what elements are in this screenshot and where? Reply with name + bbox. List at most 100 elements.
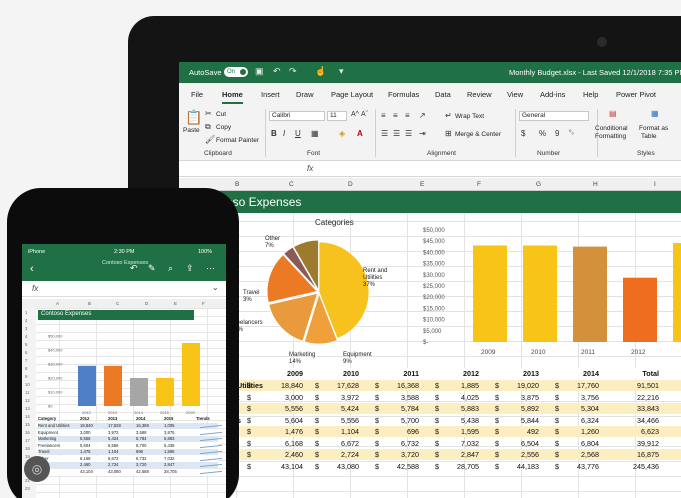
back-icon[interactable]: ‹ xyxy=(30,263,34,275)
table-cell[interactable]: 3,588 xyxy=(401,393,419,402)
bar[interactable] xyxy=(473,245,507,342)
column-c[interactable]: C xyxy=(289,181,294,188)
table-cell[interactable]: 6,168 xyxy=(285,439,303,448)
table-cell[interactable]: 2,556 xyxy=(521,450,539,459)
format-as-table-label-2[interactable]: Table xyxy=(641,133,657,140)
phone-table-cell[interactable]: 2,460 xyxy=(80,462,90,467)
year-header[interactable]: 2011 xyxy=(403,369,419,378)
tab-insert[interactable]: Insert xyxy=(261,90,280,99)
phone-column-e[interactable]: E xyxy=(174,301,177,306)
phone-table-cell[interactable]: 43,104 xyxy=(80,469,93,474)
phone-table-cell[interactable]: 3,972 xyxy=(108,430,118,435)
bar[interactable] xyxy=(673,243,681,342)
formula-bar[interactable]: fx xyxy=(179,161,681,177)
bar[interactable] xyxy=(523,245,557,342)
year-header[interactable]: 2014 xyxy=(583,369,599,378)
align-top-icon[interactable]: ≡ xyxy=(381,111,386,120)
tab-add-ins[interactable]: Add-ins xyxy=(540,90,565,99)
table-cell[interactable]: 44,183 xyxy=(517,462,539,471)
phone-table-cell[interactable]: 2,724 xyxy=(108,462,118,467)
phone-table-cell[interactable]: 42,588 xyxy=(136,469,149,474)
row-number[interactable]: 23 xyxy=(25,486,30,491)
row-number[interactable]: 4 xyxy=(25,334,27,339)
cut-button[interactable]: Cut xyxy=(216,111,226,118)
font-size-select[interactable]: 11 xyxy=(327,111,347,121)
phone-column-b[interactable]: B xyxy=(88,301,91,306)
indent-icon[interactable]: ⇥ xyxy=(419,129,426,138)
phone-table-cell[interactable]: 1,595 xyxy=(164,449,174,454)
row-number[interactable]: 18 xyxy=(25,446,30,451)
table-cell[interactable]: 696 xyxy=(407,427,419,436)
copy-button[interactable]: Copy xyxy=(216,124,231,131)
function-icon[interactable]: fx xyxy=(307,164,313,173)
table-cell[interactable]: 2,847 xyxy=(461,450,479,459)
expand-icon[interactable]: ⌄ xyxy=(212,283,219,292)
phone-table-cell[interactable]: 5,604 xyxy=(80,443,90,448)
tab-power-pivot[interactable]: Power Pivot xyxy=(616,90,656,99)
bar[interactable] xyxy=(623,277,657,342)
phone-table-cell[interactable]: 5,784 xyxy=(136,436,146,441)
table-cell[interactable]: 18,840 xyxy=(281,381,303,390)
align-bottom-icon[interactable]: ≡ xyxy=(405,111,410,120)
year-header[interactable]: 2012 xyxy=(463,369,479,378)
table-cell[interactable]: 3,875 xyxy=(521,393,539,402)
tab-draw[interactable]: Draw xyxy=(296,90,314,99)
phone-bar[interactable] xyxy=(104,365,122,406)
phone-header-cell[interactable]: 2015 xyxy=(164,416,173,421)
column-e[interactable]: E xyxy=(420,181,424,188)
bar-chart[interactable]: $- $5,000 $10,000 $15,000 $20,000 $25,000 $30,… xyxy=(421,222,681,372)
row-number[interactable]: 8 xyxy=(25,366,27,371)
percent-button[interactable]: % xyxy=(539,129,546,138)
table-cell[interactable]: 3,972 xyxy=(341,393,359,402)
table-cell[interactable]: 43,104 xyxy=(281,462,303,471)
italic-button[interactable]: I xyxy=(283,129,285,138)
save-icon[interactable]: ▣ xyxy=(255,66,264,77)
table-cell[interactable]: 17,628 xyxy=(337,381,359,390)
phone-row-category[interactable]: Equipment xyxy=(38,430,58,435)
table-cell[interactable]: 6,324 xyxy=(581,416,599,425)
phone-bar[interactable] xyxy=(156,378,174,406)
phone-column-f[interactable]: F xyxy=(202,301,205,306)
table-cell[interactable]: 1,260 xyxy=(581,427,599,436)
phone-table-cell[interactable]: 16,368 xyxy=(136,423,149,428)
phone-column-c[interactable]: C xyxy=(116,301,119,306)
pie-chart[interactable]: Categories Rent andUtilities37% Equipment… xyxy=(229,214,439,370)
tab-view[interactable]: View xyxy=(507,90,523,99)
phone-table-cell[interactable]: 3,720 xyxy=(136,462,146,467)
phone-row-category[interactable]: Marketing xyxy=(38,436,56,441)
table-cell[interactable]: 16,875 xyxy=(637,450,659,459)
table-cell[interactable]: 1,885 xyxy=(461,381,479,390)
conditional-formatting-icon[interactable]: ▤ xyxy=(609,109,617,118)
phone-table-cell[interactable]: 5,556 xyxy=(80,436,90,441)
align-center-icon[interactable]: ☰ xyxy=(393,129,400,138)
phone-table-cell[interactable]: 17,628 xyxy=(108,423,121,428)
merge-center-icon[interactable]: ⊞ xyxy=(445,129,452,138)
tab-help[interactable]: Help xyxy=(583,90,598,99)
wrap-text-button[interactable]: Wrap Text xyxy=(455,113,484,120)
phone-header-cell[interactable]: Category xyxy=(38,416,56,421)
table-cell[interactable]: 43,776 xyxy=(577,462,599,471)
align-right-icon[interactable]: ☰ xyxy=(405,129,412,138)
table-cell[interactable]: 3,756 xyxy=(581,393,599,402)
table-cell[interactable]: 1,476 xyxy=(285,427,303,436)
row-number[interactable]: 11 xyxy=(25,390,29,395)
shrink-font-icon[interactable]: Aˇ xyxy=(361,111,368,118)
table-cell[interactable]: 2,460 xyxy=(285,450,303,459)
year-header[interactable]: 2013 xyxy=(523,369,539,378)
phone-bar-chart[interactable]: $0 $10,000 $20,000 $30,000 $40,000 $50,000 201… xyxy=(36,324,206,418)
table-cell[interactable]: 7,032 xyxy=(461,439,479,448)
table-cell[interactable]: 42,588 xyxy=(397,462,419,471)
grow-font-icon[interactable]: A^ xyxy=(351,111,359,118)
phone-bar[interactable] xyxy=(182,343,200,406)
table-cell[interactable]: 245,436 xyxy=(633,462,659,471)
column-g[interactable]: G xyxy=(536,181,541,188)
row-number[interactable]: 2 xyxy=(25,318,27,323)
format-as-table-icon[interactable]: ▦ xyxy=(651,109,659,118)
fill-color-icon[interactable]: ◈ xyxy=(339,129,345,138)
format-painter-icon[interactable]: 🖌 xyxy=(205,135,215,144)
more-icon[interactable]: ⋯ xyxy=(206,263,215,274)
share-icon[interactable]: ⇪ xyxy=(186,263,194,274)
borders-icon[interactable]: ▦ xyxy=(311,129,319,138)
phone-bar[interactable] xyxy=(78,365,96,406)
table-cell[interactable]: 5,424 xyxy=(341,404,359,413)
